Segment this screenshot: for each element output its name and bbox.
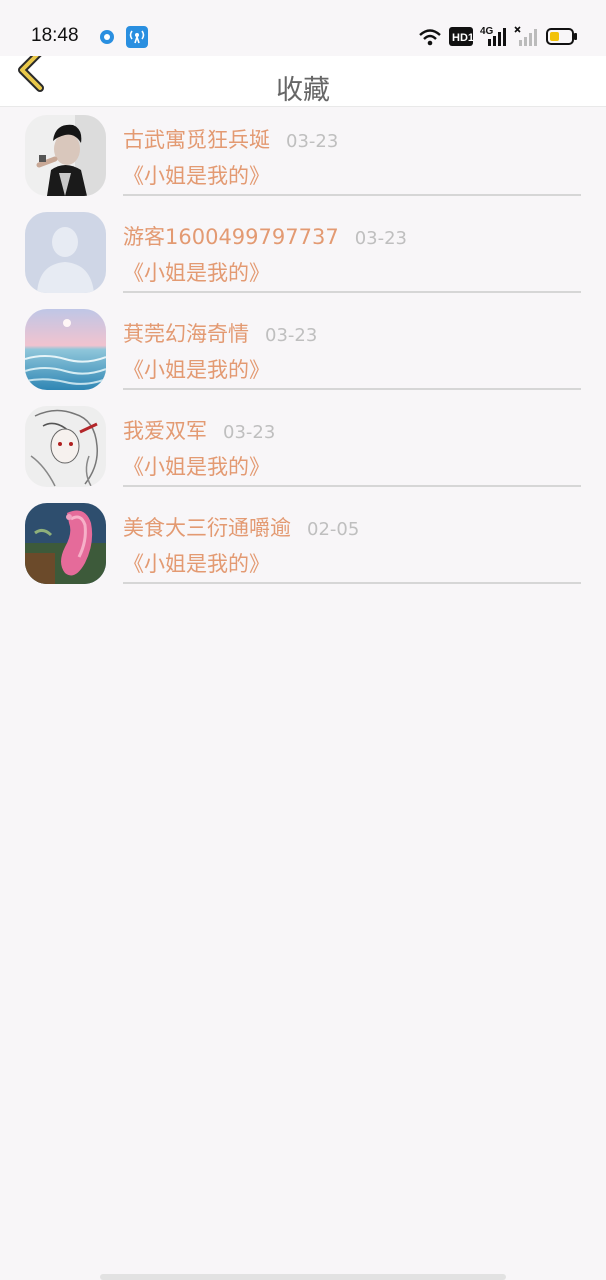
battery-icon [546,28,577,45]
app-header: 收藏 [0,48,606,107]
item-book-title[interactable]: 《小姐是我的》 [123,354,270,384]
user-avatar[interactable] [25,503,106,584]
hotspot-icon [126,26,148,48]
hd-badge-icon: HD1 [449,27,473,46]
signal-4g-icon: 4G [480,26,506,46]
user-avatar[interactable] [25,212,106,293]
favorite-item[interactable]: 美食大三衍通嚼逾 02-05 《小姐是我的》 [0,498,606,595]
svg-text:4G: 4G [480,26,494,37]
divider [123,582,581,584]
item-date: 03-23 [223,422,276,443]
favorite-item[interactable]: 我爱双军 03-23 《小姐是我的》 [0,401,606,498]
record-dot-icon [100,30,114,44]
item-username: 游客1600499797737 03-23 [123,225,408,249]
item-book-title[interactable]: 《小姐是我的》 [123,451,270,481]
gesture-bar[interactable] [100,1274,506,1280]
item-username: 美食大三衍通嚼逾 02-05 [123,516,360,540]
user-avatar[interactable] [25,115,106,196]
item-date: 03-23 [286,131,339,152]
item-username: 我爱双军 03-23 [123,419,276,443]
favorite-item[interactable]: 萁莞幻海奇情 03-23 《小姐是我的》 [0,304,606,401]
item-date: 03-23 [354,228,408,249]
favorite-item[interactable]: 游客1600499797737 03-23 《小姐是我的》 [0,207,606,304]
item-date: 02-05 [307,519,360,540]
item-book-title[interactable]: 《小姐是我的》 [123,160,270,190]
status-time: 18:48 [31,25,79,46]
status-bar: 18:48 HD1 4G [0,0,606,56]
item-book-title[interactable]: 《小姐是我的》 [123,257,270,287]
item-username: 古武寓觅狂兵埏 03-23 [123,128,339,152]
svg-text:HD1: HD1 [452,32,473,44]
item-book-title[interactable]: 《小姐是我的》 [123,548,270,578]
wifi-icon [419,29,441,46]
page-title: 收藏 [276,75,330,106]
item-username: 萁莞幻海奇情 03-23 [123,322,318,346]
divider [123,388,581,390]
divider [123,291,581,293]
item-date: 03-23 [265,325,318,346]
favorite-item[interactable]: 古武寓觅狂兵埏 03-23 《小姐是我的》 [0,110,606,207]
signal-off-icon [514,26,537,46]
user-avatar[interactable] [25,309,106,390]
divider [123,485,581,487]
divider [123,194,581,196]
user-avatar[interactable] [25,406,106,487]
